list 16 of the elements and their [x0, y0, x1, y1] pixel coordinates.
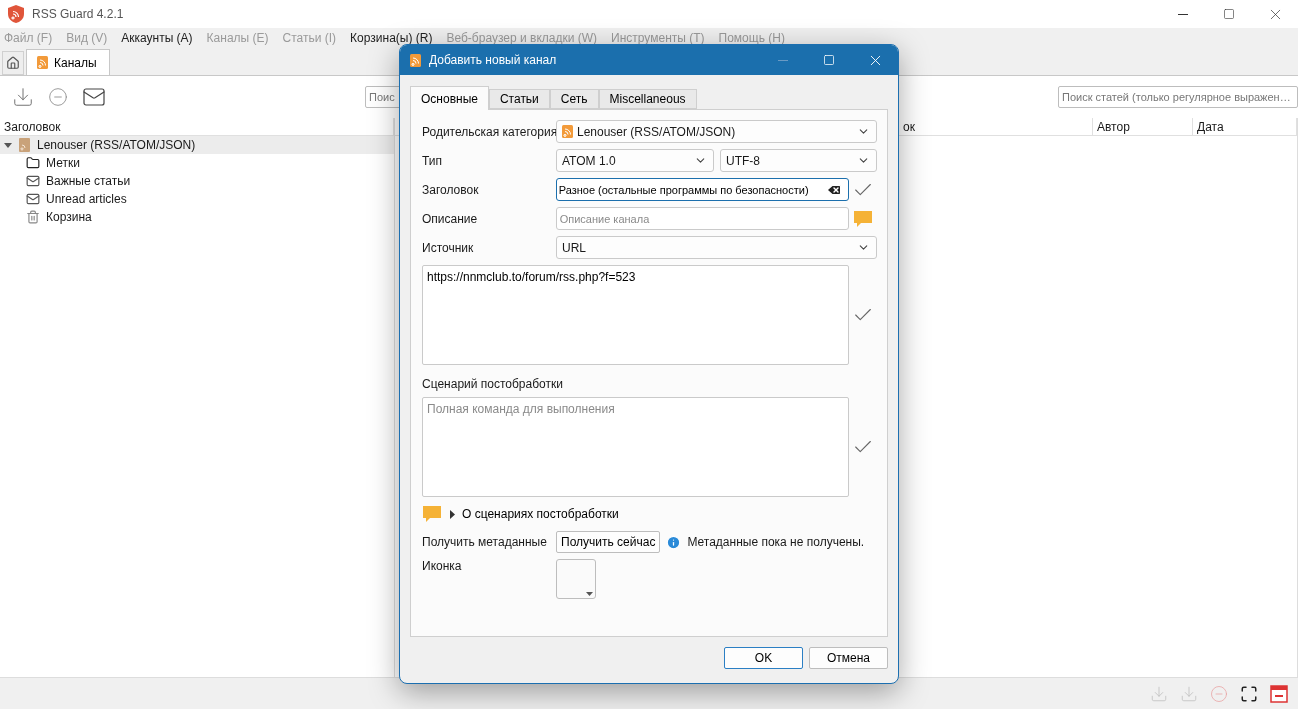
- window-title: RSS Guard 4.2.1: [32, 7, 125, 21]
- field-label: Родительская категория: [422, 124, 556, 139]
- tree-label: Метки: [46, 156, 80, 170]
- tree-label: Корзина: [46, 210, 92, 224]
- dialog-title: Добавить новый канал: [429, 53, 558, 67]
- field-label: Тип: [422, 153, 443, 168]
- tree-label: Lenouser (RSS/ATOM/JSON): [37, 138, 196, 152]
- field-label: Получить метаданные: [422, 535, 548, 549]
- field-label: Источник: [422, 240, 475, 255]
- tree-label: Важные статьи: [46, 174, 131, 188]
- section-label: Сценарий постобработки: [422, 376, 564, 391]
- field-label: Описание: [422, 211, 479, 226]
- field-label: Иконка: [422, 559, 463, 573]
- tree-label: Unread articles: [46, 192, 127, 206]
- field-label: Заголовок: [422, 182, 480, 197]
- status-text: Метаданные пока не получены.: [687, 535, 865, 549]
